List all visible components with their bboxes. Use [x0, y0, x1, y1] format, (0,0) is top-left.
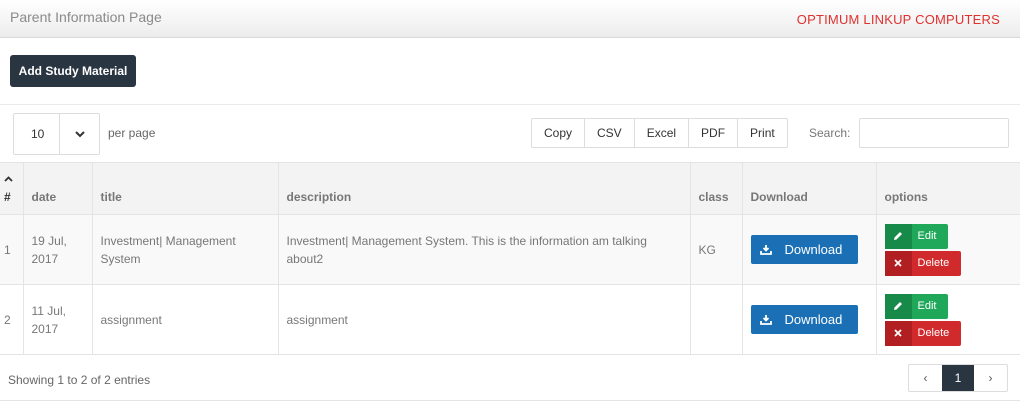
close-icon — [884, 320, 912, 346]
table-info: Showing 1 to 2 of 2 entries — [8, 373, 151, 387]
row-download-cell: Download — [742, 284, 877, 355]
row-options-cell: Edit Delete — [876, 214, 1020, 285]
column-header-number[interactable]: # — [0, 162, 24, 215]
download-button[interactable]: Download — [750, 305, 858, 334]
table-row: 1 19 Jul, 2017 Investment| Management Sy… — [0, 214, 1020, 285]
print-button[interactable]: Print — [738, 119, 787, 147]
row-class — [690, 284, 743, 355]
row-number: 2 — [0, 284, 24, 355]
column-header-options[interactable]: options — [876, 162, 1020, 215]
next-page-button[interactable]: › — [974, 365, 1007, 391]
edit-button[interactable]: Edit — [884, 293, 948, 319]
search-label: Search: — [809, 126, 851, 140]
page-length-select[interactable]: 10 — [13, 113, 100, 155]
csv-button[interactable]: CSV — [585, 119, 635, 147]
row-number: 1 — [0, 214, 24, 285]
row-class: KG — [690, 214, 743, 285]
copy-button[interactable]: Copy — [532, 119, 586, 147]
excel-button[interactable]: Excel — [635, 119, 690, 147]
divider — [0, 104, 1020, 105]
page-title: Parent Information Page — [10, 9, 162, 25]
study-material-table: # date title description class Download … — [0, 162, 1020, 355]
add-study-material-button[interactable]: Add Study Material — [10, 55, 136, 87]
row-title: Investment| Management System — [92, 214, 279, 285]
row-download-cell: Download — [742, 214, 877, 285]
download-icon — [751, 244, 781, 255]
page-length-value: 10 — [14, 114, 60, 154]
previous-page-button[interactable]: ‹ — [909, 365, 942, 391]
pagination: ‹ 1 › — [908, 364, 1008, 392]
column-header-date[interactable]: date — [23, 162, 93, 215]
chevron-down-icon[interactable] — [60, 114, 99, 154]
row-description: assignment — [278, 284, 691, 355]
row-options-cell: Edit Delete — [876, 284, 1020, 355]
table-header-row: # date title description class Download … — [0, 162, 1020, 215]
row-date: 11 Jul, 2017 — [23, 284, 93, 355]
row-description: Investment| Management System. This is t… — [278, 214, 691, 285]
close-icon — [884, 250, 912, 276]
download-icon — [751, 314, 781, 325]
pdf-button[interactable]: PDF — [689, 119, 739, 147]
divider — [0, 400, 1020, 401]
page-1-button[interactable]: 1 — [942, 365, 974, 391]
pencil-icon — [884, 223, 912, 249]
delete-button[interactable]: Delete — [884, 250, 961, 276]
row-title: assignment — [92, 284, 279, 355]
column-header-class[interactable]: class — [690, 162, 743, 215]
column-header-description[interactable]: description — [278, 162, 691, 215]
column-header-download[interactable]: Download — [742, 162, 877, 215]
column-header-title[interactable]: title — [92, 162, 279, 215]
search-input[interactable] — [859, 118, 1009, 148]
pencil-icon — [884, 293, 912, 319]
delete-button[interactable]: Delete — [884, 320, 961, 346]
per-page-label: per page — [108, 126, 156, 140]
brand-name: OPTIMUM LINKUP COMPUTERS — [796, 12, 1000, 27]
edit-button[interactable]: Edit — [884, 223, 948, 249]
export-button-group: Copy CSV Excel PDF Print — [531, 118, 788, 148]
row-date: 19 Jul, 2017 — [23, 214, 93, 285]
page-header: Parent Information Page OPTIMUM LINKUP C… — [0, 0, 1020, 38]
sort-asc-icon — [4, 176, 15, 184]
table-row: 2 11 Jul, 2017 assignment assignment Dow… — [0, 284, 1020, 355]
download-button[interactable]: Download — [750, 235, 858, 264]
